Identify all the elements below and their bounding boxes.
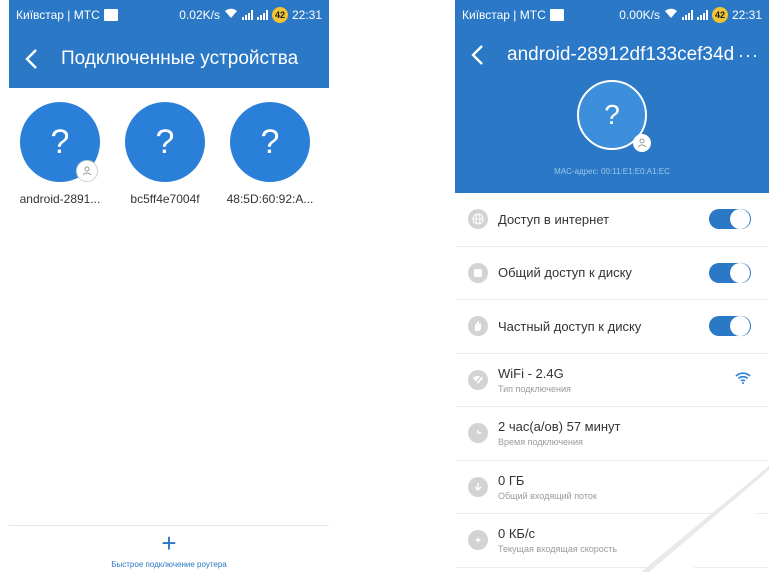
app-bar: Подключенные устройства bbox=[9, 30, 329, 88]
quick-connect-label: Быстрое подключение роутера bbox=[111, 560, 227, 569]
device-avatar[interactable]: ? bbox=[577, 80, 651, 152]
shared-disk-row[interactable]: Общий доступ к диску bbox=[455, 247, 769, 300]
device-name: android-2891... bbox=[19, 192, 101, 206]
sim-icon bbox=[549, 9, 564, 21]
status-bar: Київстар | МТС 0.02K/s 42 22:31 bbox=[9, 0, 329, 30]
device-avatar: ? bbox=[125, 102, 205, 182]
globe-icon bbox=[468, 209, 488, 230]
user-icon bbox=[76, 160, 98, 182]
more-menu-icon[interactable]: ··· bbox=[738, 45, 759, 66]
device-avatar: ? bbox=[20, 102, 100, 182]
row-label: Доступ в интернет bbox=[498, 211, 610, 227]
row-sublabel: Общий входящий поток bbox=[498, 490, 597, 501]
row-sublabel: Время подключения bbox=[498, 437, 583, 448]
signal-icon-2 bbox=[256, 10, 268, 20]
speed-icon bbox=[468, 530, 488, 551]
row-label: 2 час(а/ов) 57 минут bbox=[498, 419, 621, 435]
question-icon: ? bbox=[260, 122, 280, 161]
plus-icon: + bbox=[161, 528, 177, 558]
internet-toggle[interactable] bbox=[709, 209, 751, 230]
wifi-icon bbox=[664, 8, 678, 22]
question-icon: ? bbox=[604, 99, 620, 130]
signal-icon bbox=[241, 10, 253, 20]
private-disk-toggle[interactable] bbox=[709, 316, 751, 337]
clock: 22:31 bbox=[291, 8, 322, 22]
row-label: 0 КБ/с bbox=[498, 526, 536, 542]
download-icon bbox=[468, 476, 488, 497]
row-label: WiFi - 2.4G bbox=[498, 365, 564, 381]
battery-icon: 42 bbox=[271, 7, 288, 23]
wifi-signal-icon bbox=[735, 372, 751, 387]
device-list: ? android-2891... ? bc5ff4e7004f ? 48:5D… bbox=[9, 88, 329, 206]
device-item[interactable]: ? android-2891... bbox=[20, 102, 100, 206]
clock-icon bbox=[468, 423, 488, 444]
device-header: ? MAC-адрес: 00:11:E1:E0:A1:EC bbox=[455, 80, 769, 193]
disk-icon bbox=[468, 262, 488, 283]
device-title: android-28912df133cef34d bbox=[507, 44, 735, 65]
device-item[interactable]: ? bc5ff4e7004f bbox=[125, 102, 205, 206]
row-label: 0 ГБ bbox=[498, 472, 525, 488]
wifi-off-icon bbox=[468, 369, 488, 390]
quick-connect-button[interactable]: + Быстрое подключение роутера bbox=[9, 525, 329, 572]
row-sublabel: Тип подключения bbox=[498, 383, 571, 394]
app-bar: android-28912df133cef34d ··· bbox=[455, 30, 769, 80]
device-detail-screen: Київстар | МТС 0.00K/s 42 22:31 android-… bbox=[455, 0, 769, 572]
shared-disk-toggle[interactable] bbox=[709, 262, 751, 283]
back-button[interactable] bbox=[19, 46, 45, 72]
carrier-label: Київстар | МТС bbox=[16, 8, 100, 22]
mac-address: MAC-адрес: 00:11:E1:E0:A1:EC bbox=[554, 167, 670, 176]
user-icon bbox=[633, 134, 651, 152]
page-title: Подключенные устройства bbox=[61, 48, 299, 69]
connected-devices-screen: Київстар | МТС 0.02K/s 42 22:31 Подключе… bbox=[9, 0, 329, 572]
incoming-speed-row: 0 КБ/с Текущая входящая скорость bbox=[455, 514, 769, 568]
battery-icon: 42 bbox=[711, 7, 728, 23]
network-speed: 0.02K/s bbox=[179, 8, 220, 22]
device-item[interactable]: ? 48:5D:60:92:A... bbox=[227, 102, 313, 206]
network-speed: 0.00K/s bbox=[619, 8, 660, 22]
clock: 22:31 bbox=[731, 8, 762, 22]
device-name: 48:5D:60:92:A... bbox=[226, 192, 314, 206]
status-bar: Київстар | МТС 0.00K/s 42 22:31 bbox=[455, 0, 769, 30]
back-button[interactable] bbox=[465, 42, 491, 68]
hand-icon bbox=[468, 316, 488, 337]
question-icon: ? bbox=[155, 122, 175, 161]
wifi-icon bbox=[224, 8, 238, 22]
row-label: Общий доступ к диску bbox=[498, 265, 632, 281]
connection-type-row: WiFi - 2.4G Тип подключения bbox=[455, 354, 769, 407]
sim-icon bbox=[103, 9, 118, 21]
settings-list: Доступ в интернет Общий доступ к диску Ч… bbox=[455, 193, 769, 568]
row-label: Частный доступ к диску bbox=[498, 318, 642, 334]
chevron-left-icon bbox=[471, 45, 483, 65]
total-incoming-row: 0 ГБ Общий входящий поток bbox=[455, 461, 769, 514]
carrier-label: Київстар | МТС bbox=[462, 8, 546, 22]
private-disk-row[interactable]: Частный доступ к диску bbox=[455, 300, 769, 354]
internet-access-row[interactable]: Доступ в интернет bbox=[455, 193, 769, 247]
chevron-left-icon bbox=[25, 49, 37, 69]
device-name: bc5ff4e7004f bbox=[130, 192, 200, 206]
connection-time-row: 2 час(а/ов) 57 минут Время подключения bbox=[455, 407, 769, 461]
device-avatar: ? bbox=[230, 102, 310, 182]
question-icon: ? bbox=[50, 122, 70, 161]
row-sublabel: Текущая входящая скорость bbox=[498, 544, 618, 555]
signal-icon bbox=[681, 10, 693, 20]
signal-icon-2 bbox=[696, 10, 708, 20]
